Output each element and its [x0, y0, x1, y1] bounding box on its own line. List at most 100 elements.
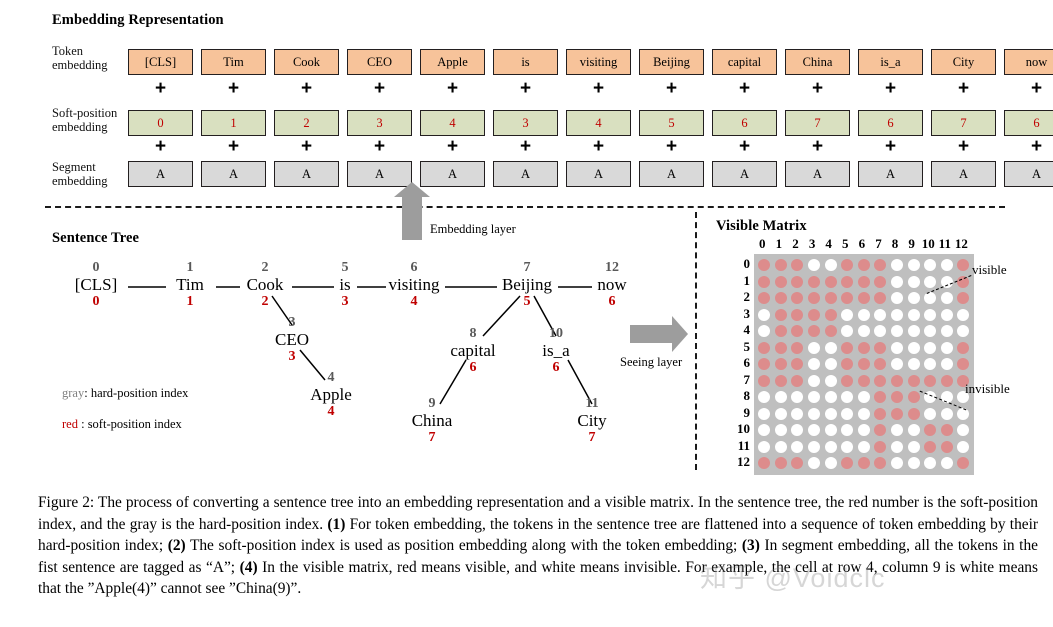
matrix-cell — [789, 373, 806, 390]
invisible-dot-icon — [824, 341, 837, 354]
matrix-cell — [822, 307, 839, 324]
matrix-cell — [756, 274, 773, 291]
matrix-cell — [789, 290, 806, 307]
visible-dot-icon — [857, 341, 870, 354]
visible-dot-icon — [774, 358, 787, 371]
matrix-cell — [839, 439, 856, 456]
visible-dot-icon — [774, 325, 787, 338]
matrix-cell — [756, 389, 773, 406]
legend-gray-text: : hard-position index — [84, 386, 189, 400]
matrix-cell — [922, 356, 939, 373]
invisible-dot-icon — [824, 407, 837, 420]
invisible-dot-icon — [791, 407, 804, 420]
matrix-cell — [822, 340, 839, 357]
matrix-cell — [872, 373, 889, 390]
tree-node: 8 capital 6 — [450, 326, 495, 375]
invisible-dot-icon — [924, 259, 937, 272]
matrix-row — [756, 373, 972, 390]
segment-cell: A — [931, 161, 996, 187]
visible-dot-icon — [907, 407, 920, 420]
matrix-cell — [889, 307, 906, 324]
visible-dot-icon — [774, 275, 787, 288]
tree-node-soft-index: 7 — [428, 430, 436, 445]
matrix-cell — [939, 290, 956, 307]
matrix-cell — [839, 290, 856, 307]
matrix-cell — [922, 257, 939, 274]
matrix-row — [756, 356, 972, 373]
visible-dot-icon — [791, 374, 804, 387]
caption-part-3: The soft-position index is used as posit… — [185, 537, 742, 554]
matrix-cell — [939, 439, 956, 456]
tree-node-soft-index: 6 — [552, 360, 560, 375]
visible-dot-icon — [940, 440, 953, 453]
tree-node-hard-index: 10 — [548, 326, 563, 341]
caption-marker-3: (3) — [741, 537, 760, 554]
tree-node: 6 visiting 4 — [388, 260, 439, 309]
tree-node-word: is_a — [542, 341, 570, 360]
invisible-dot-icon — [891, 424, 904, 437]
invisible-dot-icon — [758, 308, 771, 321]
visible-dot-icon — [924, 440, 937, 453]
invisible-dot-icon — [924, 275, 937, 288]
invisible-dot-icon — [824, 358, 837, 371]
invisible-dot-icon — [841, 391, 854, 404]
matrix-row — [756, 389, 972, 406]
plus-icon: + — [1030, 78, 1043, 99]
tree-node: 7 Beijing 5 — [502, 260, 552, 309]
visible-dot-icon — [774, 457, 787, 470]
matrix-cell — [806, 323, 823, 340]
matrix-cell — [922, 373, 939, 390]
matrix-cell — [955, 257, 972, 274]
invisible-dot-icon — [758, 424, 771, 437]
visible-dot-icon — [857, 374, 870, 387]
matrix-cell — [822, 389, 839, 406]
visible-dot-icon — [758, 275, 771, 288]
tree-node-word: CEO — [275, 330, 309, 349]
legend-hard-position: gray: hard-position index — [62, 381, 188, 405]
matrix-cell — [905, 422, 922, 439]
matrix-cell — [889, 373, 906, 390]
matrix-cell — [905, 257, 922, 274]
invisible-dot-icon — [841, 424, 854, 437]
visible-dot-icon — [857, 457, 870, 470]
visible-dot-icon — [808, 275, 821, 288]
matrix-cell — [822, 373, 839, 390]
plus-icon: + — [957, 136, 970, 157]
tree-node-hard-index: 1 — [186, 260, 194, 275]
matrix-cell — [856, 406, 873, 423]
matrix-cell — [889, 422, 906, 439]
visible-dot-icon — [808, 308, 821, 321]
visible-dot-icon — [957, 292, 970, 305]
matrix-cell — [856, 356, 873, 373]
matrix-cell — [922, 455, 939, 472]
matrix-row-headers: 0 1 2 3 4 5 6 7 8 9 10 11 12 — [726, 256, 750, 471]
figure-root: Embedding Representation Token embedding … — [0, 0, 1053, 627]
visible-dot-icon — [791, 457, 804, 470]
visible-dot-icon — [874, 275, 887, 288]
tree-node-soft-index: 3 — [341, 294, 349, 309]
visible-dot-icon — [891, 391, 904, 404]
matrix-cell — [955, 455, 972, 472]
matrix-cell — [955, 439, 972, 456]
soft-position-cell: 6 — [1004, 110, 1053, 136]
matrix-cell — [756, 340, 773, 357]
visible-dot-icon — [774, 308, 787, 321]
invisible-dot-icon — [940, 457, 953, 470]
matrix-cell — [756, 323, 773, 340]
tree-node: 4 Apple 4 — [310, 370, 352, 419]
tree-node-soft-index: 6 — [469, 360, 477, 375]
token-cell: capital — [712, 49, 777, 75]
matrix-cell — [773, 257, 790, 274]
matrix-row — [756, 455, 972, 472]
matrix-cell — [822, 257, 839, 274]
invisible-dot-icon — [907, 341, 920, 354]
matrix-cell — [889, 257, 906, 274]
invisible-dot-icon — [924, 308, 937, 321]
tree-node-hard-index: 9 — [428, 396, 436, 411]
matrix-cell — [773, 373, 790, 390]
matrix-cell — [839, 257, 856, 274]
matrix-cell — [939, 373, 956, 390]
tree-node: 0 [CLS] 0 — [75, 260, 118, 309]
matrix-cell — [756, 406, 773, 423]
invisible-dot-icon — [791, 424, 804, 437]
